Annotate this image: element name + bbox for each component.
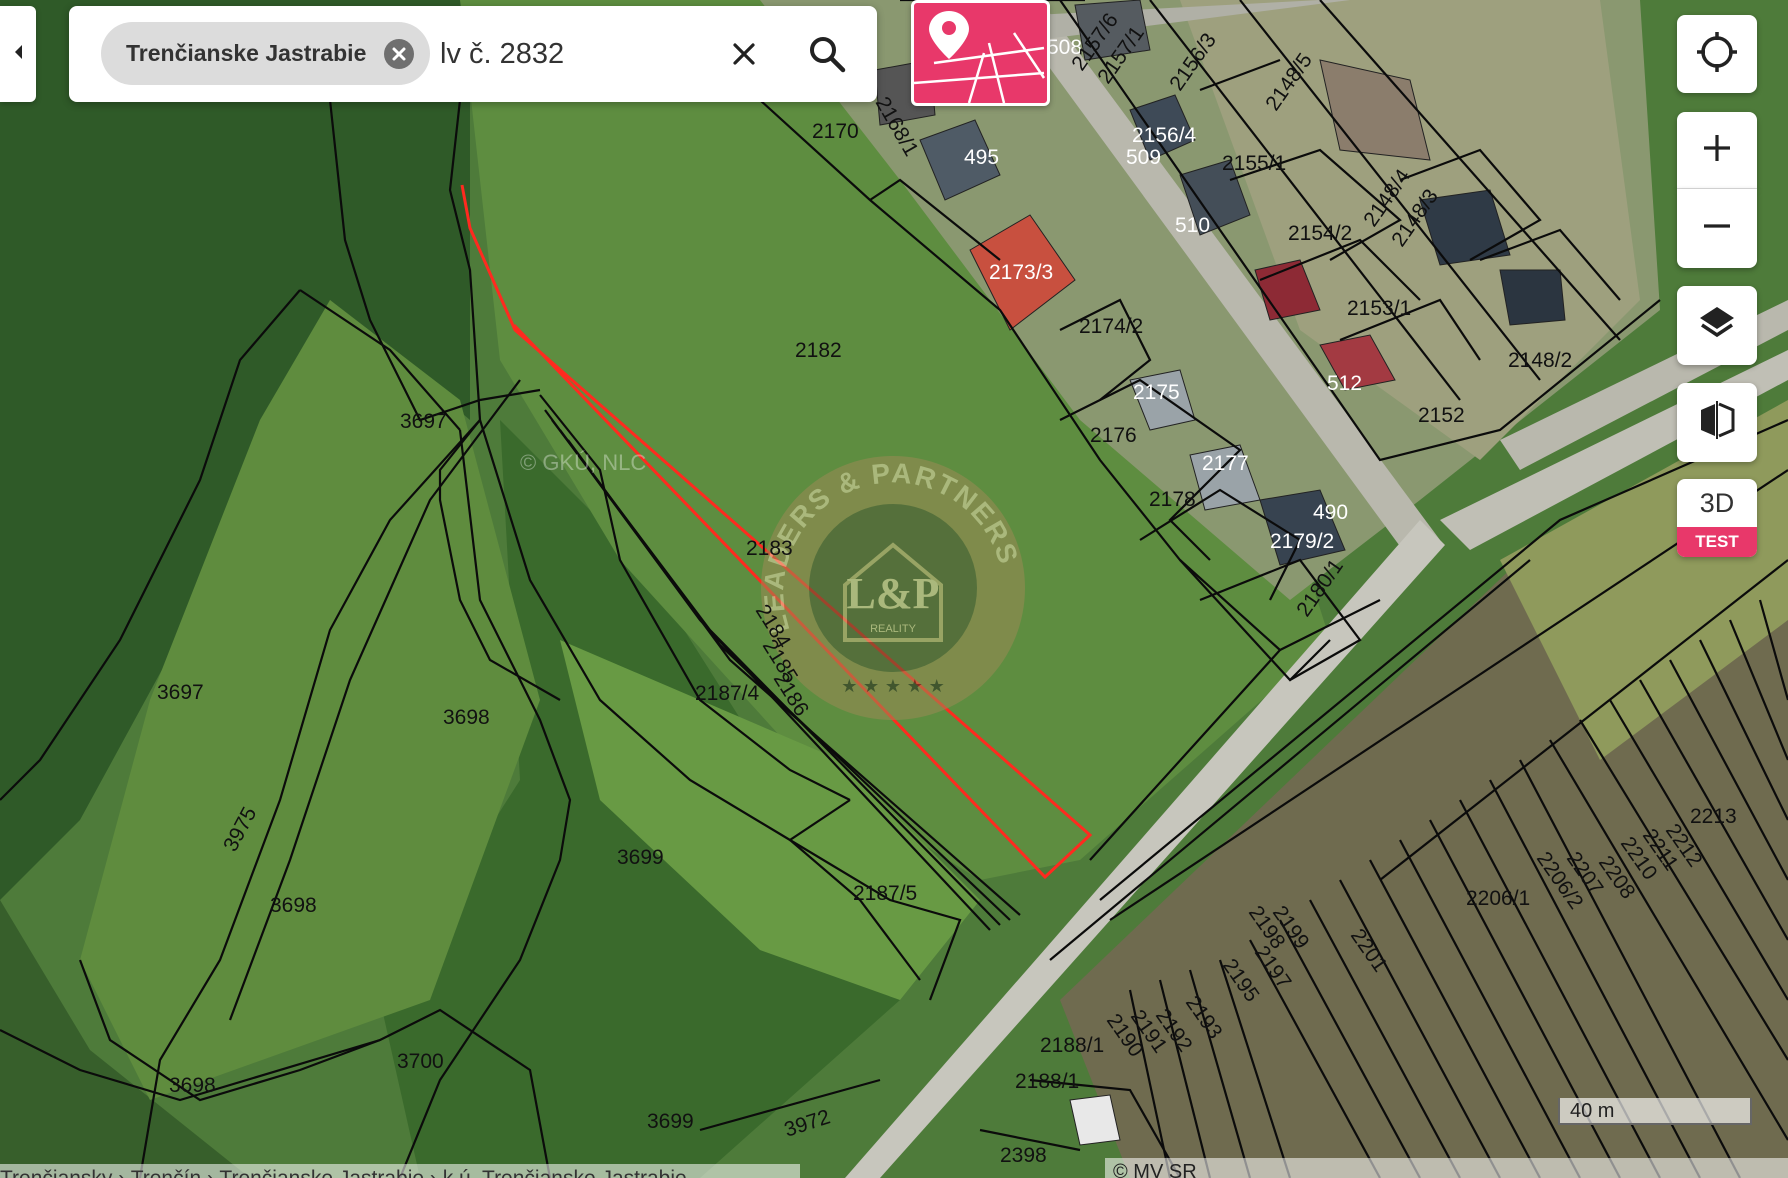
parcel-layer-button[interactable]: [911, 0, 1050, 106]
location-chip-label: Trenčianske Jastrabie: [126, 40, 367, 66]
watermark-logo: L&P: [847, 569, 940, 618]
parcel-label: 2183: [746, 537, 793, 560]
search-input[interactable]: lv č. 2832: [440, 6, 564, 102]
parcel-label: 2170: [812, 120, 859, 143]
parcel-label: 2187/5: [853, 882, 917, 905]
zoom-out-button[interactable]: [1677, 189, 1757, 268]
parcel-label: 490: [1313, 501, 1348, 524]
watermark-sub: REALITY: [870, 623, 917, 635]
parcel-label: 509: [1126, 146, 1161, 169]
zoom-in-button[interactable]: [1677, 112, 1757, 189]
scale-label: 40 m: [1570, 1100, 1615, 1122]
parcel-label: 495: [964, 146, 999, 169]
parcel-label: 3698: [270, 894, 317, 917]
parcel-label: 2152: [1418, 404, 1465, 427]
search-bar: Trenčianske Jastrabie lv č. 2832: [69, 6, 877, 102]
layers-button[interactable]: [1677, 286, 1757, 365]
parcel-label: 2154/2: [1288, 222, 1352, 245]
chevron-left-icon: [11, 42, 25, 67]
cadastral-map[interactable]: L&P REALITY LEADERS & PARTNERS ★ ★ ★ ★ ★…: [0, 0, 1788, 1178]
parcel-label: 3698: [169, 1074, 216, 1097]
parcel-label: 3697: [157, 681, 204, 704]
collapse-panel-button[interactable]: [0, 6, 36, 102]
parcel-label: 2173/3: [989, 261, 1053, 284]
parcel-label: 2148/2: [1508, 349, 1572, 372]
crosshair-icon: [1695, 30, 1739, 79]
parcel-label: 3700: [397, 1050, 444, 1073]
plus-icon: [1701, 132, 1733, 169]
faint-watermark: © GKÚ, NLC: [520, 450, 646, 475]
parcel-label: 2176: [1090, 424, 1137, 447]
close-circle-icon[interactable]: [384, 39, 414, 69]
parcel-label: 2179/2: [1270, 530, 1334, 553]
3d-label: 3D: [1699, 488, 1735, 518]
parcel-label: 2213: [1690, 805, 1737, 828]
parcel-label: 2398: [1000, 1144, 1047, 1167]
parcel-label: 2206/1: [1466, 887, 1530, 910]
search-icon[interactable]: [806, 33, 848, 75]
parcel-label: 3699: [617, 846, 664, 869]
parcel-label: 2155/1: [1222, 152, 1286, 175]
parcel-label: 3697: [400, 410, 447, 433]
test-badge: TEST: [1677, 527, 1757, 557]
parcel-label: 3699: [647, 1110, 694, 1133]
minus-icon: [1701, 210, 1733, 247]
map-attribution: © MV SR: [1105, 1158, 1788, 1178]
parcel-label: 2175: [1133, 381, 1180, 404]
compare-icon: [1697, 400, 1737, 445]
compare-button[interactable]: [1677, 383, 1757, 462]
parcel-pin-icon: [914, 11, 1047, 103]
locate-me-button[interactable]: [1677, 15, 1757, 93]
parcel-label: 2153/1: [1347, 297, 1411, 320]
parcel-label: 512: [1327, 372, 1362, 395]
parcel-label: 2178: [1149, 488, 1196, 511]
scale-bar: 40 m: [1558, 1098, 1752, 1125]
parcel-label: 2156/4: [1132, 124, 1197, 147]
parcel-label: 2177: [1202, 452, 1249, 475]
parcel-label: 2182: [795, 339, 842, 362]
location-filter-chip[interactable]: Trenčianske Jastrabie: [101, 22, 430, 85]
watermark-stars: ★ ★ ★ ★ ★: [841, 676, 945, 697]
close-icon[interactable]: [726, 36, 762, 72]
parcel-label: 2174/2: [1079, 315, 1143, 338]
layers-icon: [1697, 303, 1737, 348]
parcel-label: 2188/1: [1040, 1034, 1104, 1057]
3d-view-button[interactable]: 3D TEST: [1677, 479, 1757, 557]
parcel-label: 510: [1175, 214, 1210, 237]
parcel-label: 2188/1: [1015, 1070, 1079, 1093]
parcel-label: 3698: [443, 706, 490, 729]
breadcrumb[interactable]: Trenčiansky › Trenčín › Trenčianske Jast…: [0, 1164, 800, 1178]
parcel-label: 2187/4: [695, 682, 760, 705]
